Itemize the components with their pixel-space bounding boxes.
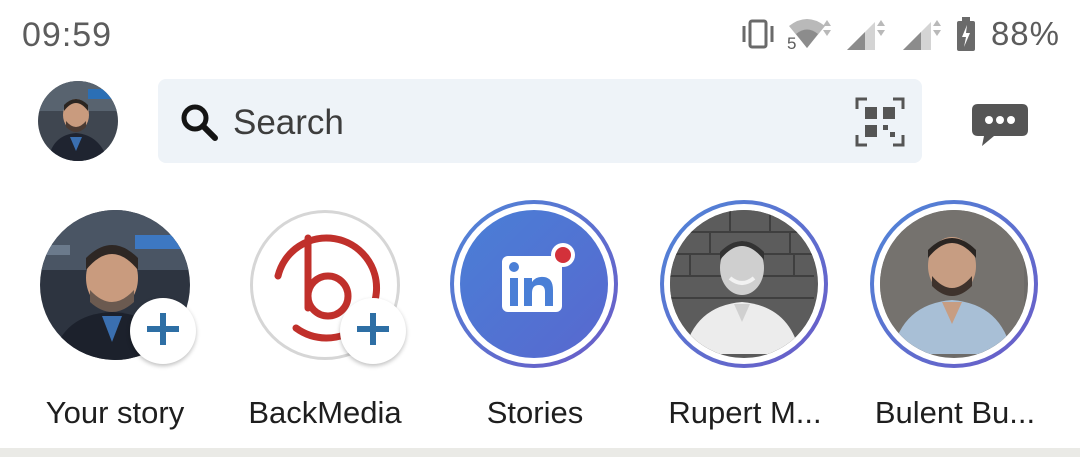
add-story-button[interactable] (130, 298, 196, 364)
plus-icon (355, 311, 391, 352)
story-avatar (660, 200, 828, 368)
battery-percent: 88% (990, 15, 1060, 52)
profile-avatar[interactable] (38, 81, 118, 161)
messaging-icon[interactable] (970, 100, 1030, 155)
story-avatar (450, 200, 618, 368)
story-label: BackMedia (248, 395, 402, 430)
story-your-story[interactable]: Your story (40, 200, 250, 445)
search-bar[interactable]: Search (158, 79, 922, 163)
story-label: Rupert M... (668, 395, 822, 430)
status-time: 09:59 (22, 16, 113, 54)
status-bar: 09:59 5 88% (0, 0, 1080, 70)
story-rupert[interactable]: Rupert M... (660, 200, 870, 445)
top-bar: Search (0, 78, 1080, 166)
search-input[interactable]: Search (233, 103, 344, 143)
story-label: Your story (45, 395, 185, 430)
story-label: Stories (486, 395, 584, 430)
plus-icon (145, 311, 181, 352)
battery-icon (955, 16, 977, 52)
signal-icon (843, 16, 889, 52)
story-linkedin-stories[interactable]: Stories (450, 200, 660, 445)
network-label: 5 (786, 34, 797, 53)
wifi-icon: 5 (787, 14, 833, 54)
vibrate-icon (739, 17, 777, 51)
story-backmedia[interactable]: BackMedia (248, 200, 460, 445)
status-icons: 5 88% (739, 14, 1060, 54)
signal-icon (899, 16, 945, 52)
stories-row: Your story BackMedia Stories Rupert M...… (0, 200, 1080, 445)
add-story-button[interactable] (340, 298, 406, 364)
linkedin-icon (502, 243, 575, 312)
qr-code-icon[interactable] (855, 97, 905, 152)
story-bulent[interactable]: Bulent Bu... (870, 200, 1080, 445)
story-avatar (870, 200, 1038, 368)
section-divider (0, 448, 1080, 457)
search-icon (180, 103, 220, 148)
story-label: Bulent Bu... (874, 395, 1036, 430)
